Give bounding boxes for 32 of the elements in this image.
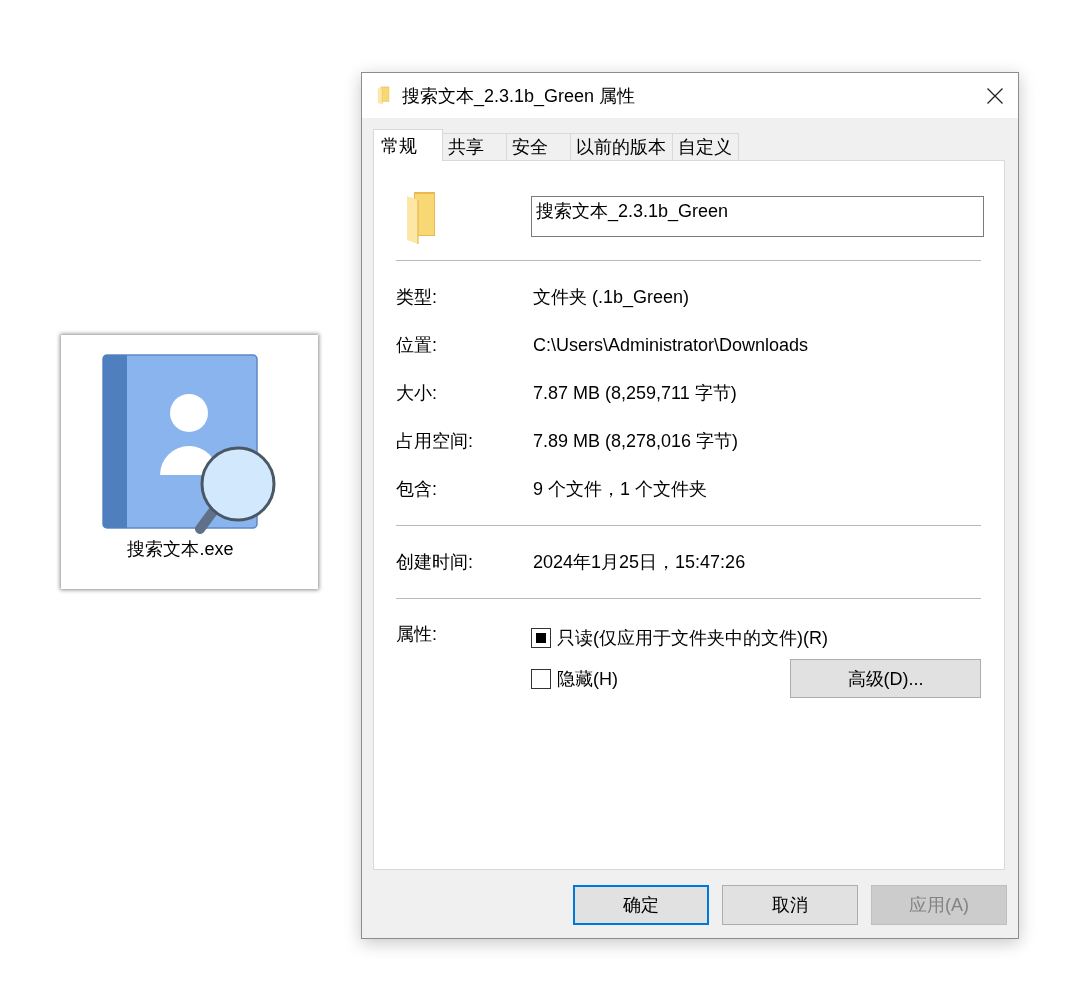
folder-icon — [405, 190, 437, 246]
field-label: 占用空间: — [396, 430, 474, 453]
field-value: 7.87 MB (8,259,711 字节) — [533, 382, 737, 405]
field-value: C:\Users\Administrator\Downloads — [533, 334, 809, 356]
window-title: 搜索文本_2.3.1b_Green 属性 — [402, 84, 636, 108]
field-value: 7.89 MB (8,278,016 字节) — [533, 430, 739, 453]
file-name: 搜索文本.exe — [127, 538, 234, 560]
field-value: 文件夹 (.1b_Green) — [533, 286, 690, 309]
tab[interactable]: 安全 — [507, 133, 571, 160]
field-label: 创建时间: — [396, 551, 474, 574]
tab[interactable]: 以前的版本 — [571, 133, 673, 160]
checkbox[interactable] — [531, 628, 551, 648]
field-label: 属性: — [396, 623, 438, 645]
field-value: 2024年1月25日，15:47:26 — [533, 551, 746, 574]
tab[interactable]: 自定义 — [673, 133, 739, 160]
field-label: 位置: — [396, 334, 438, 357]
tab[interactable]: 共享 — [443, 133, 507, 160]
field-label: 包含: — [396, 478, 438, 501]
checkbox-label[interactable]: 隐藏(H) — [557, 666, 618, 691]
checkbox[interactable] — [531, 668, 551, 689]
name-field[interactable]: 搜索文本_2.3.1b_Green — [531, 196, 984, 237]
dialog-button[interactable]: 取消 — [722, 885, 858, 925]
dialog-button[interactable]: 确定 — [573, 885, 709, 925]
field-label: 大小: — [396, 382, 438, 405]
close-icon — [987, 87, 1003, 104]
field-value: 9 个文件，1 个文件夹 — [533, 478, 708, 501]
checkbox-label[interactable]: 只读(仅应用于文件夹中的文件)(R) — [557, 626, 828, 650]
folder-icon — [377, 86, 390, 105]
tab[interactable]: 常规 — [373, 129, 443, 161]
file-icon-card[interactable]: 搜索文本.exe — [61, 335, 318, 589]
advanced-button[interactable]: 高级(D)... — [790, 659, 981, 698]
field-label: 类型: — [396, 286, 438, 309]
